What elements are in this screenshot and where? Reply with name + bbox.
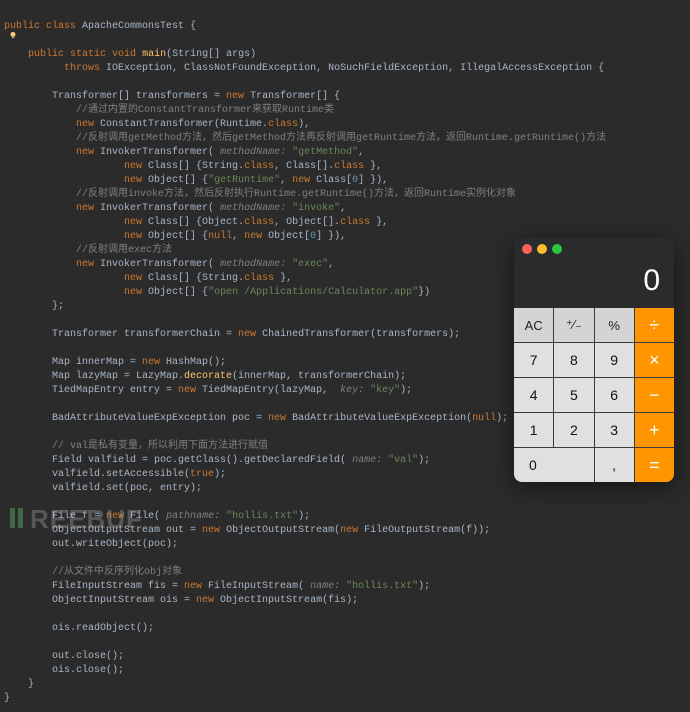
digit-6-button[interactable]: 6 bbox=[595, 378, 634, 412]
digit-3-button[interactable]: 3 bbox=[595, 413, 634, 447]
digit-8-button[interactable]: 8 bbox=[554, 343, 593, 377]
digit-9-button[interactable]: 9 bbox=[595, 343, 634, 377]
calculator-keypad: AC ⁺∕₋ % ÷ 7 8 9 × 4 5 6 − 1 2 3 + 0 , = bbox=[514, 308, 674, 482]
divide-button[interactable]: ÷ bbox=[635, 308, 674, 342]
watermark: REEBUF bbox=[10, 504, 143, 535]
watermark-logo-icon bbox=[10, 504, 26, 535]
digit-5-button[interactable]: 5 bbox=[554, 378, 593, 412]
digit-7-button[interactable]: 7 bbox=[514, 343, 553, 377]
calculator-window[interactable]: 0 AC ⁺∕₋ % ÷ 7 8 9 × 4 5 6 − 1 2 3 + 0 ,… bbox=[514, 238, 674, 482]
plus-button[interactable]: + bbox=[635, 413, 674, 447]
percent-button[interactable]: % bbox=[595, 308, 634, 342]
calculator-display: 0 bbox=[514, 260, 674, 308]
digit-4-button[interactable]: 4 bbox=[514, 378, 553, 412]
digit-1-button[interactable]: 1 bbox=[514, 413, 553, 447]
watermark-text: REEBUF bbox=[30, 504, 143, 535]
intention-bulb-icon[interactable] bbox=[8, 30, 18, 40]
sign-button[interactable]: ⁺∕₋ bbox=[554, 308, 593, 342]
digit-2-button[interactable]: 2 bbox=[554, 413, 593, 447]
equals-button[interactable]: = bbox=[635, 448, 674, 482]
close-icon[interactable] bbox=[522, 244, 532, 254]
minus-button[interactable]: − bbox=[635, 378, 674, 412]
minimize-icon[interactable] bbox=[537, 244, 547, 254]
class-name: ApacheCommonsTest bbox=[82, 21, 184, 32]
multiply-button[interactable]: × bbox=[635, 343, 674, 377]
digit-0-button[interactable]: 0 bbox=[514, 448, 594, 482]
ac-button[interactable]: AC bbox=[514, 308, 553, 342]
zoom-icon[interactable] bbox=[552, 244, 562, 254]
decimal-button[interactable]: , bbox=[595, 448, 634, 482]
calculator-titlebar[interactable] bbox=[514, 238, 674, 260]
